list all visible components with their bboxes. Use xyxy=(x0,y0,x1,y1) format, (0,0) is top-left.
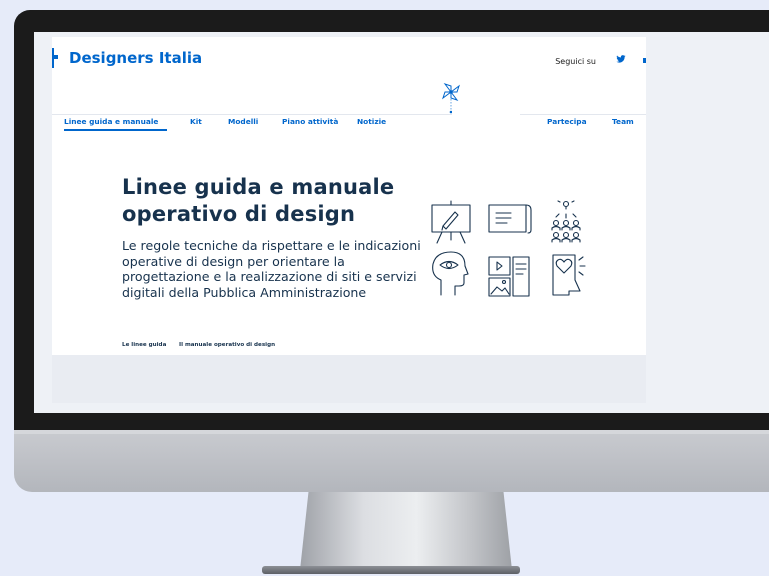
monitor-stand xyxy=(300,492,512,570)
eye-head-icon xyxy=(432,251,469,296)
hero-description: Le regole tecniche da rispettare e le in… xyxy=(122,238,421,301)
document-scroll-icon xyxy=(488,204,532,234)
monitor-screen: Designers Italia Seguici su Linee guida … xyxy=(34,32,769,413)
social-icon-partial[interactable] xyxy=(643,58,646,63)
nav-notch xyxy=(452,107,520,115)
hero-title: Linee guida e manuale operativo di desig… xyxy=(122,174,422,228)
illustration-group xyxy=(431,200,586,297)
hero-title-line1: Linee guida e manuale xyxy=(122,175,395,199)
media-layout-icon xyxy=(488,256,530,297)
nav-item-partecipa[interactable]: Partecipa xyxy=(547,117,587,126)
idea-team-icon xyxy=(551,200,581,243)
heart-phone-icon xyxy=(552,254,586,296)
nav-item-linee-guida[interactable]: Linee guida e manuale xyxy=(64,117,158,126)
monitor-chin-edge xyxy=(14,430,769,434)
follow-us-label: Seguici su xyxy=(555,57,596,66)
nav-divider xyxy=(52,114,646,115)
nav-item-kit[interactable]: Kit xyxy=(190,117,202,126)
nav-item-modelli[interactable]: Modelli xyxy=(228,117,258,126)
easel-pencil-icon xyxy=(431,200,471,244)
link-linee-guida[interactable]: Le linee guida xyxy=(122,342,166,348)
nav-item-piano-attivita[interactable]: Piano attività xyxy=(282,117,338,126)
monitor-chin xyxy=(14,430,769,492)
twitter-icon[interactable] xyxy=(616,54,626,64)
hero-title-line2: operativo di design xyxy=(122,202,356,226)
monitor-base xyxy=(262,566,520,574)
link-manuale-operativo[interactable]: Il manuale operativo di design xyxy=(179,342,275,348)
logo-mark-dot xyxy=(54,55,58,59)
nav-active-indicator xyxy=(64,129,167,131)
nav-item-notizie[interactable]: Notizie xyxy=(357,117,386,126)
site-logo-text[interactable]: Designers Italia xyxy=(69,49,202,67)
page-footer-strip xyxy=(52,355,646,403)
nav-item-team[interactable]: Team xyxy=(612,117,634,126)
webpage: Designers Italia Seguici su Linee guida … xyxy=(52,37,646,355)
